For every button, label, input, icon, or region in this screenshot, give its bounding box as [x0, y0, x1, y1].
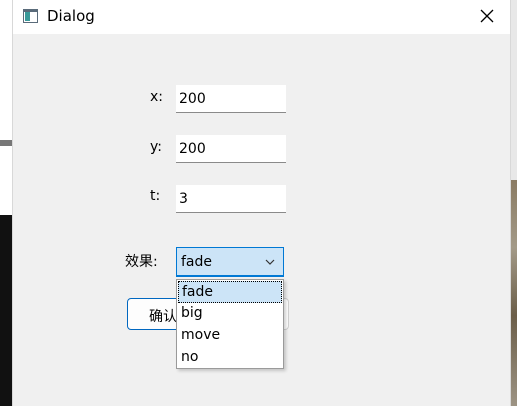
t-input[interactable] [176, 185, 286, 213]
title-bar[interactable]: Dialog [13, 0, 510, 34]
x-input[interactable] [176, 85, 286, 113]
t-label: t: [150, 188, 161, 204]
app-window-icon [23, 9, 38, 23]
background-dark-area [0, 215, 12, 406]
dialog-window: Dialog x: y: t: 效果: fade 确认 fade big mov… [12, 0, 511, 406]
effect-selected-value: fade [181, 254, 213, 270]
close-button[interactable] [464, 0, 510, 32]
effect-dropdown-list: fade big move no [176, 279, 284, 369]
effect-label: 效果: [125, 254, 158, 270]
dropdown-option-big[interactable]: big [178, 303, 282, 325]
x-label: x: [150, 89, 164, 105]
close-icon [480, 9, 494, 23]
ok-button-label: 确认 [149, 309, 177, 325]
y-input[interactable] [176, 135, 286, 163]
dropdown-option-no[interactable]: no [178, 347, 282, 369]
effect-combobox[interactable]: fade [176, 247, 284, 277]
desktop-background-left [0, 0, 12, 406]
background-stripe [0, 140, 12, 146]
y-label: y: [150, 139, 162, 155]
dropdown-option-move[interactable]: move [178, 325, 282, 347]
dropdown-option-fade[interactable]: fade [178, 281, 282, 303]
window-title: Dialog [47, 7, 95, 25]
chevron-down-icon [265, 259, 275, 265]
